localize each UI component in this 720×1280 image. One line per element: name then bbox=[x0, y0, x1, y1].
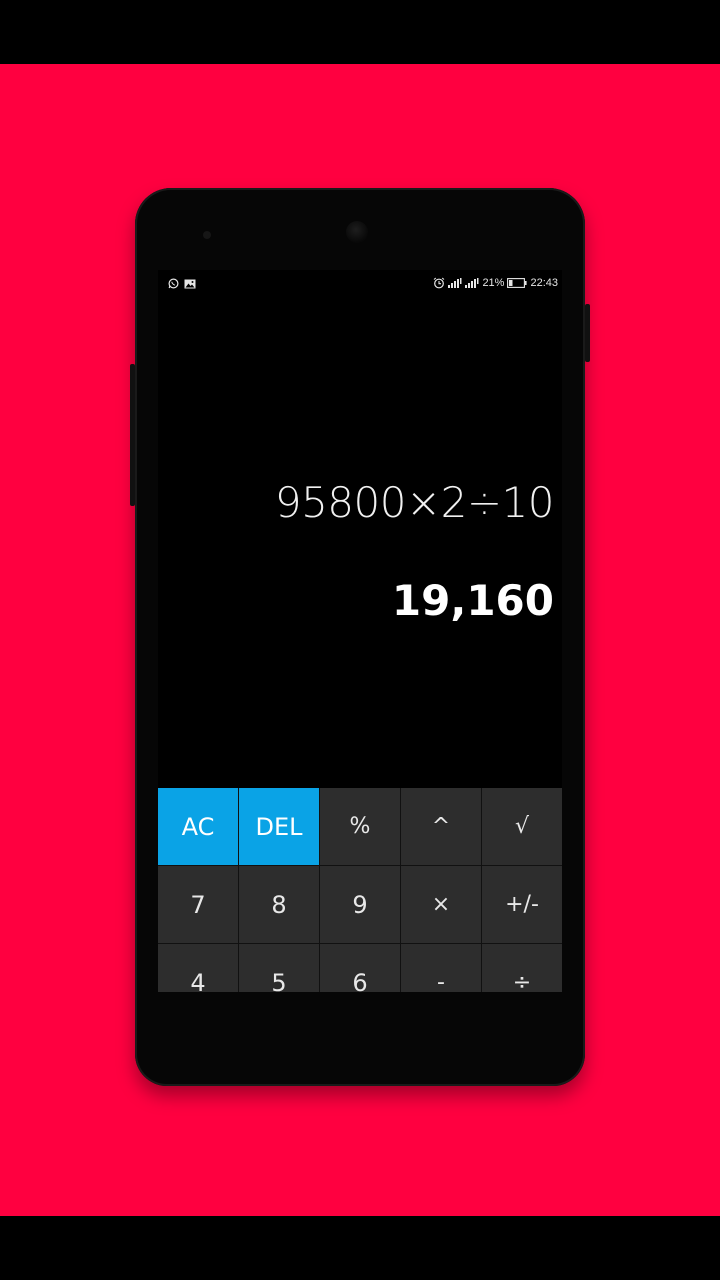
whatsapp-icon bbox=[168, 278, 179, 289]
percent-button[interactable]: % bbox=[320, 788, 400, 865]
digit-4-button[interactable]: 4 bbox=[158, 944, 238, 992]
battery-percent: 21% bbox=[482, 277, 505, 289]
image-icon bbox=[184, 279, 196, 289]
divide-button[interactable]: ÷ bbox=[482, 944, 562, 992]
square-root-button[interactable]: √ bbox=[482, 788, 562, 865]
signal-icon bbox=[465, 278, 479, 288]
phone-screen: 21% 22:43 95800×2÷10 19,160 AC DEL % ^ √… bbox=[158, 270, 562, 992]
minus-button[interactable]: - bbox=[401, 944, 481, 992]
digit-8-button[interactable]: 8 bbox=[239, 866, 319, 943]
result-display: 19,160 bbox=[391, 576, 554, 625]
keypad: AC DEL % ^ √ 7 8 9 × +/- 4 5 6 - ÷ 1 2 3… bbox=[158, 788, 562, 992]
status-bar: 21% 22:43 bbox=[158, 270, 562, 296]
plus-minus-button[interactable]: +/- bbox=[482, 866, 562, 943]
signal-icon bbox=[448, 278, 462, 288]
expression-display: 95800×2÷10 bbox=[274, 478, 555, 527]
multiply-button[interactable]: × bbox=[401, 866, 481, 943]
power-operator-button[interactable]: ^ bbox=[401, 788, 481, 865]
battery-icon bbox=[507, 278, 528, 288]
power-button bbox=[585, 304, 590, 362]
digit-5-button[interactable]: 5 bbox=[239, 944, 319, 992]
ac-button[interactable]: AC bbox=[158, 788, 238, 865]
digit-7-button[interactable]: 7 bbox=[158, 866, 238, 943]
digit-6-button[interactable]: 6 bbox=[320, 944, 400, 992]
proximity-sensor bbox=[203, 231, 211, 239]
delete-button[interactable]: DEL bbox=[239, 788, 319, 865]
volume-button bbox=[130, 364, 135, 506]
red-backdrop: 21% 22:43 95800×2÷10 19,160 AC DEL % ^ √… bbox=[0, 64, 720, 1216]
front-camera bbox=[346, 221, 368, 243]
alarm-icon bbox=[433, 277, 445, 289]
phone-frame: 21% 22:43 95800×2÷10 19,160 AC DEL % ^ √… bbox=[130, 188, 590, 1086]
status-time: 22:43 bbox=[530, 277, 558, 289]
digit-9-button[interactable]: 9 bbox=[320, 866, 400, 943]
